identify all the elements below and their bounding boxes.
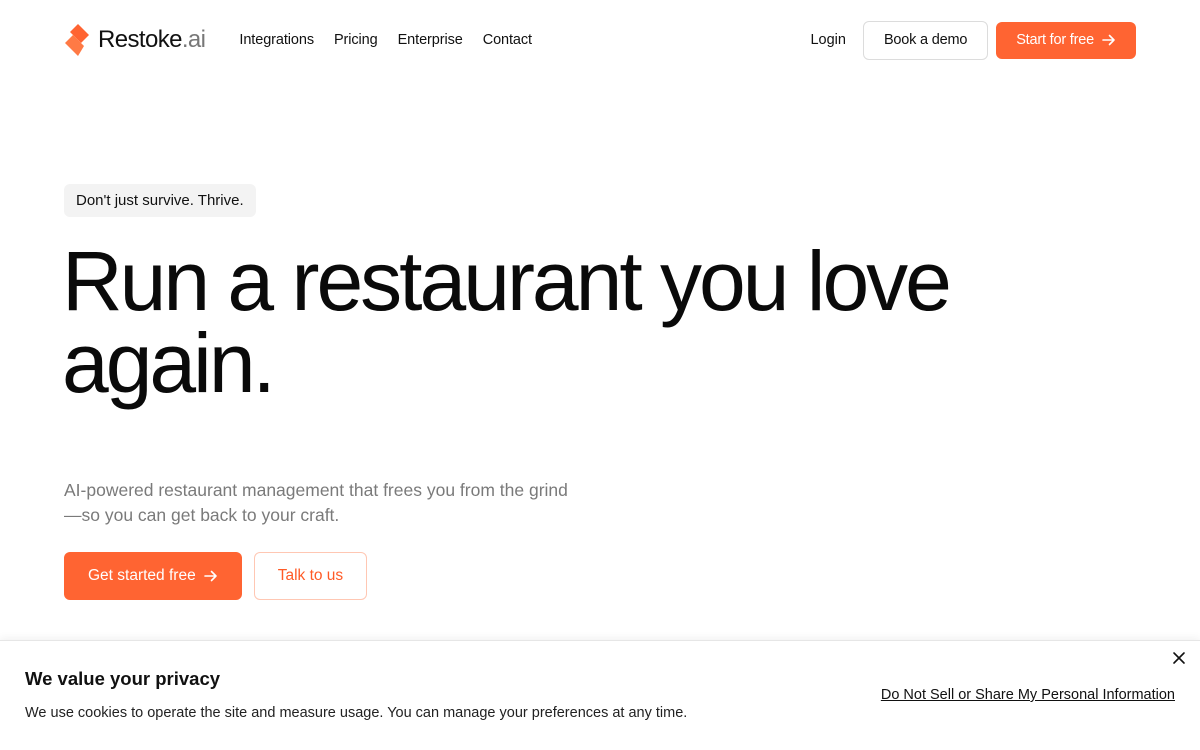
- hero-subtext: AI-powered restaurant management that fr…: [64, 478, 604, 528]
- cookie-banner: We value your privacy We use cookies to …: [0, 640, 1200, 750]
- nav-link-pricing[interactable]: Pricing: [334, 32, 378, 48]
- arrow-right-icon: [1102, 34, 1115, 46]
- cookie-title: We value your privacy: [25, 668, 221, 689]
- do-not-sell-link[interactable]: Do Not Sell or Share My Personal Informa…: [881, 687, 1175, 703]
- nav-actions: Login Book a demo Start for free: [810, 20, 1136, 60]
- arrow-right-icon: [203, 570, 217, 582]
- headline-line-1: Run a restaurant you love: [62, 234, 952, 328]
- login-link[interactable]: Login: [810, 32, 845, 48]
- headline-line-2: again.: [62, 316, 276, 410]
- book-demo-label: Book a demo: [883, 32, 968, 48]
- talk-to-us-button[interactable]: Talk to us: [253, 552, 368, 600]
- start-for-free-label: Start for free: [1016, 32, 1094, 48]
- page: Restoke.ai Integrations Pricing Enterpri…: [0, 0, 1200, 750]
- nav-link-enterprise[interactable]: Enterprise: [398, 32, 463, 48]
- talk-to-us-label: Talk to us: [277, 567, 344, 584]
- nav-links: Integrations Pricing Enterprise Contact: [239, 32, 552, 48]
- cookie-text: We use cookies to operate the site and m…: [25, 705, 688, 721]
- logo[interactable]: Restoke.ai: [64, 23, 206, 57]
- brand-name: Restoke: [98, 26, 182, 53]
- brand-suffix: .ai: [181, 26, 206, 53]
- tagline-badge: Don't just survive. Thrive.: [64, 184, 256, 217]
- hero-cta-group: Get started free Talk to us: [64, 552, 368, 600]
- subtext-line-1: AI-powered restaurant management that fr…: [64, 480, 568, 500]
- tagline-text: Don't just survive. Thrive.: [76, 192, 244, 209]
- nav-link-integrations[interactable]: Integrations: [239, 32, 314, 48]
- nav-link-contact[interactable]: Contact: [483, 32, 532, 48]
- subtext-line-2: —so you can get back to your craft.: [64, 505, 340, 525]
- hero-headline: Run a restaurant you love again.: [62, 239, 1022, 405]
- book-demo-button[interactable]: Book a demo: [862, 20, 989, 60]
- get-started-label: Get started free: [88, 567, 196, 584]
- close-icon[interactable]: [1172, 651, 1186, 665]
- top-nav: Restoke.ai Integrations Pricing Enterpri…: [64, 20, 1136, 60]
- start-for-free-button[interactable]: Start for free: [996, 21, 1136, 59]
- get-started-button[interactable]: Get started free: [64, 552, 242, 600]
- restoke-logo-icon: [65, 24, 89, 56]
